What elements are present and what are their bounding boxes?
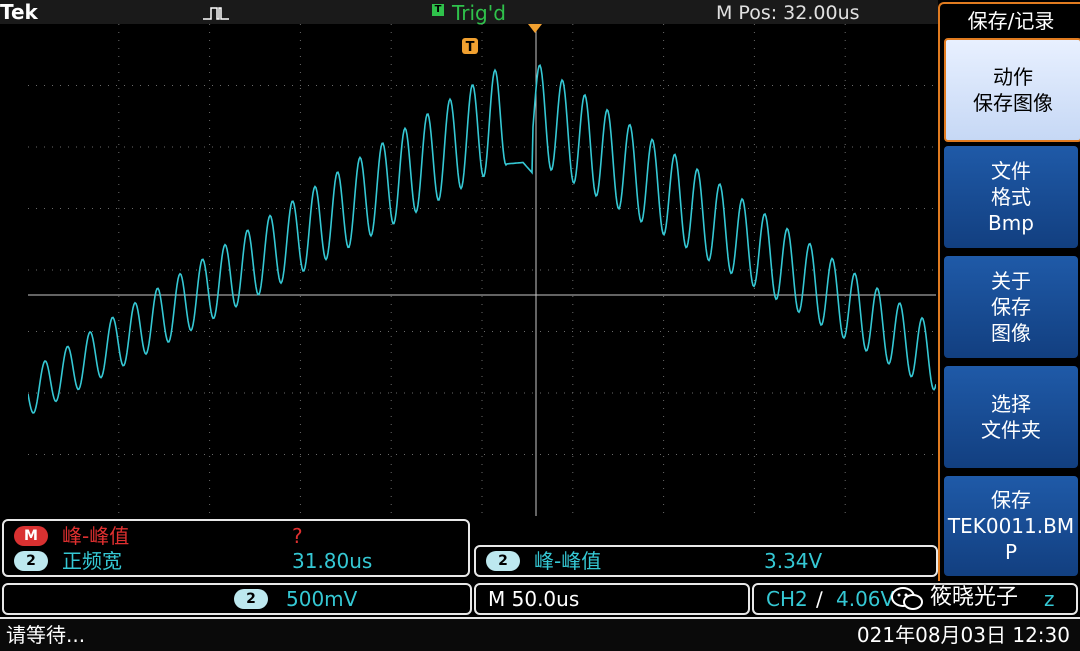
button-line: 格式 xyxy=(991,185,1031,209)
trigger-slope-icon: ∕ xyxy=(816,587,823,611)
trigger-time-marker-icon: T xyxy=(462,38,478,55)
trigger-position-marker-icon xyxy=(528,24,542,33)
button-line: 文件夹 xyxy=(981,418,1041,442)
math-badge: M xyxy=(14,526,48,546)
button-line: 保存 xyxy=(991,488,1031,512)
measurement-panel-left: M 峰-峰值 ? 2 正频宽 31.80us xyxy=(2,519,470,577)
button-line: TEK0011.BM xyxy=(947,514,1075,538)
measurement-panel-right: 2 峰-峰值 3.34V xyxy=(474,545,938,577)
channel-scale: 500mV xyxy=(286,587,358,611)
button-line: Bmp xyxy=(988,211,1034,235)
button-line: P xyxy=(1004,540,1018,564)
file-format-button[interactable]: 文件 格式 Bmp xyxy=(944,146,1078,248)
svg-text:T: T xyxy=(466,40,475,55)
button-line: 保存 xyxy=(991,295,1031,319)
trigger-level: 4.06V xyxy=(836,587,895,611)
menu-title: 保存/记录 xyxy=(967,9,1055,33)
trigger-frequency: z xyxy=(1044,587,1055,611)
button-line: 保存图像 xyxy=(973,91,1053,115)
single-pulse-icon xyxy=(203,7,229,20)
status-message: 请等待... xyxy=(6,623,86,647)
horizontal-position-readout: M Pos: 32.00us xyxy=(716,2,860,24)
button-line: 关于 xyxy=(991,269,1031,293)
waveform-display: T xyxy=(28,24,936,516)
measurement-label: 正频宽 xyxy=(62,549,122,573)
about-save-image-button[interactable]: 关于 保存 图像 xyxy=(944,256,1078,358)
date-time: 021年08月03日 12:30 xyxy=(856,623,1070,647)
button-line: 选择 xyxy=(991,392,1031,416)
channel-2-badge: 2 xyxy=(14,551,48,571)
top-status-bar: Tek T Trig'd M Pos: 32.00us xyxy=(0,0,938,25)
select-folder-button[interactable]: 选择 文件夹 xyxy=(944,366,1078,468)
timebase-readout[interactable]: M 50.0us xyxy=(474,583,750,615)
oscilloscope-screen: Tek T Trig'd M Pos: 32.00us T 保存/记录 动作 保… xyxy=(0,0,1080,651)
graticule-grid xyxy=(28,24,933,513)
channel-scale-readout[interactable]: 2 500mV xyxy=(2,583,472,615)
channel-2-badge: 2 xyxy=(234,589,268,609)
status-bar: 请等待... 021年08月03日 12:30 xyxy=(0,617,1080,651)
measurement-value: ? xyxy=(292,524,303,548)
measurement-label: 峰-峰值 xyxy=(534,549,602,573)
button-line: 图像 xyxy=(991,321,1031,345)
timebase-value: M 50.0us xyxy=(488,587,580,611)
save-recall-menu: 保存/记录 动作 保存图像 文件 格式 Bmp 关于 保存 图像 选择 文件夹 … xyxy=(938,2,1080,581)
channel-2-badge: 2 xyxy=(486,551,520,571)
save-file-button[interactable]: 保存 TEK0011.BM P xyxy=(944,476,1078,576)
measurement-value: 3.34V xyxy=(764,549,823,573)
measurement-label: 峰-峰值 xyxy=(62,524,130,548)
action-save-image-button[interactable]: 动作 保存图像 xyxy=(944,38,1080,142)
trigger-state: Trig'd xyxy=(452,1,506,25)
button-line: 文件 xyxy=(991,159,1031,183)
brand-logo: Tek xyxy=(0,0,38,24)
measurement-value: 31.80us xyxy=(292,549,373,573)
wechat-icon xyxy=(891,587,923,610)
button-line: 动作 xyxy=(993,65,1033,89)
trigger-status-icon: T xyxy=(432,4,444,16)
watermark-text: 筱晓光子 xyxy=(930,585,1019,610)
trigger-channel: CH2 xyxy=(766,587,808,611)
